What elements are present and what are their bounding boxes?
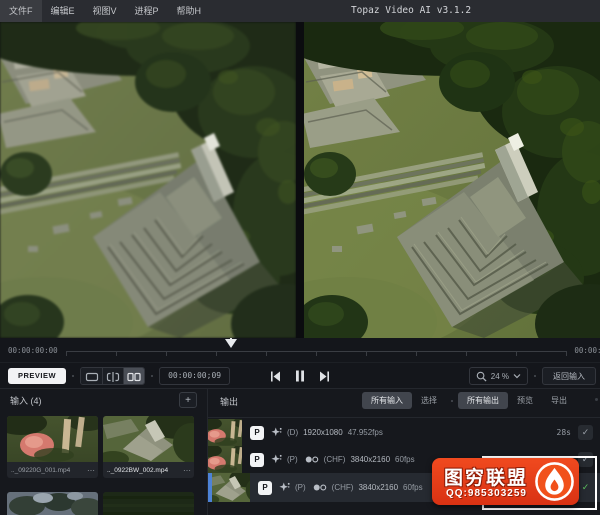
playhead-marker[interactable] xyxy=(225,339,237,348)
output-resolution: 3840x2160 xyxy=(358,483,398,492)
output-fps: 60fps xyxy=(395,455,415,464)
tab-all-inputs[interactable]: 所有输入 xyxy=(362,392,412,409)
menu-file[interactable]: 文件F xyxy=(0,0,42,22)
split-view-icon xyxy=(106,371,120,383)
menu-help[interactable]: 帮助H xyxy=(168,0,211,22)
timeline-ruler[interactable] xyxy=(66,338,567,362)
current-timecode-field[interactable]: 00:00:00;09 xyxy=(159,367,230,385)
output-separator xyxy=(208,417,600,418)
app-title: Topaz Video AI v3.1.2 xyxy=(351,0,471,22)
model-code: (D) xyxy=(287,428,298,437)
tab-all-outputs[interactable]: 所有输出 xyxy=(458,392,508,409)
menu-bar: 文件F 编辑E 视图V 进程P 帮助H Topaz Video AI v3.1.… xyxy=(0,0,600,22)
proteus-badge: P xyxy=(250,453,264,467)
video-preview-area[interactable] xyxy=(0,22,600,338)
view-side-by-side-button[interactable] xyxy=(123,368,144,385)
pause-icon xyxy=(295,370,305,382)
clip-thumbnail xyxy=(7,416,98,462)
pause-button[interactable] xyxy=(295,370,305,382)
menu-view[interactable]: 视图V xyxy=(84,0,126,22)
view-mode-group xyxy=(80,367,145,385)
slowmo-icon xyxy=(305,455,319,464)
clip-filename: .._0922BW_002.mp4 xyxy=(107,467,181,474)
separator-dot xyxy=(151,375,153,377)
step-back-icon xyxy=(270,371,281,382)
output-check[interactable]: ✓ xyxy=(578,425,593,440)
input-panel: 输入 (4) + .._09220G_001.mp4 ⋯ .._0922BW_0… xyxy=(0,389,207,515)
playback-controls xyxy=(270,363,330,389)
clip-thumbnail xyxy=(103,416,194,462)
output-thumbnail xyxy=(212,473,250,502)
magnifier-icon xyxy=(476,371,487,382)
chevron-down-icon xyxy=(513,373,521,379)
output-panel-title: 输出 xyxy=(220,395,238,408)
watermark-badge: 图穷联盟 QQ:985303259 xyxy=(432,458,579,505)
timeline-end-timecode: 00:00:0 xyxy=(574,346,600,355)
zoom-control[interactable]: 24 % xyxy=(469,367,528,385)
timeline-start-timecode: 00:00:00:00 xyxy=(8,346,58,355)
view-split-button[interactable] xyxy=(102,368,123,385)
single-view-icon xyxy=(85,371,99,383)
clip-more-icon[interactable]: ⋯ xyxy=(183,466,190,475)
step-forward-button[interactable] xyxy=(319,371,330,382)
interp-model-code: (CHF) xyxy=(324,455,346,464)
input-clip-card[interactable] xyxy=(7,492,98,515)
output-filter-tabs: 所有输入 选择 所有输出 预览 导出 xyxy=(362,392,576,409)
preview-button[interactable]: PREVIEW xyxy=(8,368,66,384)
input-panel-title: 输入 (4) xyxy=(10,394,42,407)
clip-more-icon[interactable]: ⋯ xyxy=(87,466,94,475)
output-resolution: 1920x1080 xyxy=(303,428,343,437)
separator-dot xyxy=(72,375,74,377)
watermark-title: 图穷联盟 xyxy=(444,463,528,490)
proteus-badge: P xyxy=(250,426,264,440)
enhance-icon xyxy=(271,454,282,465)
output-thumbnail xyxy=(208,446,242,473)
watermark-qq: QQ:985303259 xyxy=(446,488,527,499)
output-resolution: 3840x2160 xyxy=(350,455,390,464)
output-thumbnail xyxy=(208,419,242,446)
menu-edit[interactable]: 编辑E xyxy=(42,0,84,22)
step-back-button[interactable] xyxy=(270,371,281,382)
interp-model-code: (CHF) xyxy=(332,483,354,492)
output-fps: 47.952fps xyxy=(348,428,383,437)
preview-pane-original[interactable] xyxy=(0,22,296,338)
enhance-icon xyxy=(279,482,290,493)
tab-previews[interactable]: 预览 xyxy=(508,392,542,409)
clip-thumbnail xyxy=(103,492,194,515)
add-input-button[interactable]: + xyxy=(179,392,197,408)
slowmo-icon xyxy=(313,483,327,492)
input-clip-card[interactable]: .._09220G_001.mp4 ⋯ xyxy=(7,416,98,478)
clip-filename: .._09220G_001.mp4 xyxy=(11,467,85,474)
app-window: 文件F 编辑E 视图V 进程P 帮助H Topaz Video AI v3.1.… xyxy=(0,0,600,515)
step-forward-icon xyxy=(319,371,330,382)
input-clip-card[interactable] xyxy=(103,492,194,515)
model-code: (P) xyxy=(295,483,306,492)
right-controls: 24 % 返回输入 xyxy=(469,363,596,389)
zoom-level-value: 24 % xyxy=(491,372,509,381)
separator-dot xyxy=(451,400,453,402)
back-to-input-button[interactable]: 返回输入 xyxy=(542,367,596,385)
output-duration: 28s xyxy=(557,428,571,437)
model-code: (P) xyxy=(287,455,298,464)
input-clip-card-selected[interactable]: .._0922BW_002.mp4 ⋯ xyxy=(103,416,194,478)
flame-logo-icon xyxy=(534,461,575,502)
side-by-side-icon xyxy=(127,371,141,383)
separator-dot xyxy=(534,375,536,377)
proteus-badge: P xyxy=(258,481,272,495)
tab-exports[interactable]: 导出 xyxy=(542,392,576,409)
menu-process[interactable]: 进程P xyxy=(126,0,168,22)
view-single-button[interactable] xyxy=(81,368,102,385)
preview-pane-enhanced[interactable] xyxy=(304,22,600,338)
output-fps: 60fps xyxy=(403,483,423,492)
separator-dot xyxy=(595,398,598,401)
enhance-icon xyxy=(271,427,282,438)
transport-toolbar: PREVIEW 00:00:00;09 xyxy=(0,362,600,388)
tab-selected[interactable]: 选择 xyxy=(412,392,446,409)
timeline[interactable]: 00:00:00:00 00:00:0 xyxy=(0,338,600,362)
output-row[interactable]: P (D) 1920x1080 47.952fps 28s ✓ xyxy=(208,419,600,446)
clip-thumbnail xyxy=(7,492,98,515)
